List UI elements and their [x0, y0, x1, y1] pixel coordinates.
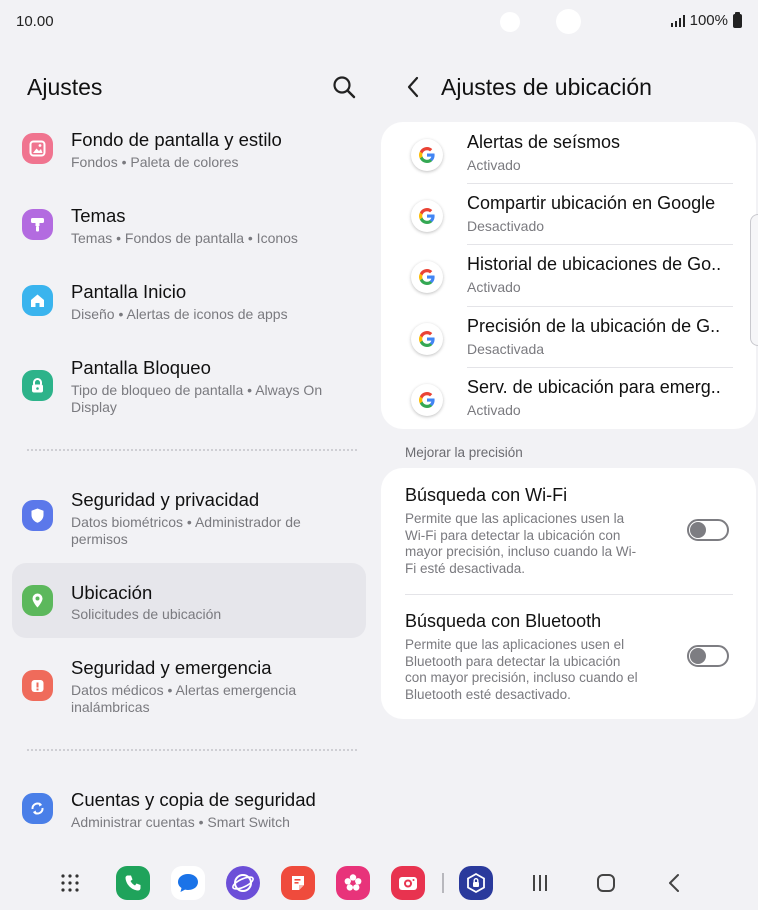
switch-knob	[690, 522, 706, 538]
bluetooth-scanning-switch[interactable]	[687, 645, 729, 667]
wallpaper-icon	[22, 133, 53, 164]
service-row-location-sharing[interactable]: Compartir ubicación en Google Desactivad…	[381, 183, 756, 245]
toggle-row-wifi-scanning[interactable]: Búsqueda con Wi-Fi Permite que las aplic…	[381, 468, 756, 594]
google-icon	[411, 323, 443, 355]
settings-item-title: Pantalla Inicio	[71, 281, 187, 302]
settings-list-pane: Ajustes Fondo de pantalla y estilo Fondo…	[0, 44, 379, 850]
page-title: Ajustes de ubicación	[441, 74, 652, 100]
toggle-description: Permite que las aplicaciones usen la Wi-…	[405, 511, 637, 577]
front-camera-right	[556, 9, 581, 34]
settings-item-wallpaper[interactable]: Fondo de pantalla y estilo Fondos • Pale…	[12, 120, 366, 188]
signal-icon	[670, 14, 685, 27]
toggle-title: Búsqueda con Bluetooth	[405, 611, 602, 631]
section-divider	[27, 749, 357, 751]
battery-percent: 100%	[689, 12, 728, 29]
notes-app-icon[interactable]	[281, 866, 315, 900]
settings-item-subtitle: Fondos • Paleta de colores	[71, 154, 239, 170]
service-title: Compartir ubicación en Google	[467, 193, 716, 213]
settings-item-subtitle: Administrar cuentas • Smart Switch	[71, 814, 290, 830]
internet-app-icon[interactable]	[226, 866, 260, 900]
location-pin-icon	[22, 585, 53, 616]
service-title: Serv. de ubicación para emerg..	[467, 377, 721, 397]
apps-grid-icon[interactable]	[57, 870, 83, 896]
search-icon[interactable]	[331, 74, 357, 100]
settings-item-security-privacy[interactable]: Seguridad y privacidad Datos biométricos…	[12, 480, 366, 564]
sync-icon	[22, 793, 53, 824]
google-icon	[411, 384, 443, 416]
service-row-location-history[interactable]: Historial de ubicaciones de Go.. Activad…	[381, 244, 756, 306]
service-row-emergency-location[interactable]: Serv. de ubicación para emerg.. Activado	[381, 367, 756, 429]
page-title: Ajustes	[27, 74, 103, 100]
settings-item-home-screen[interactable]: Pantalla Inicio Diseño • Alertas de icon…	[12, 272, 366, 340]
settings-item-accounts-backup[interactable]: Cuentas y copia de seguridad Administrar…	[12, 780, 366, 848]
status-bar: 10.00 100%	[0, 0, 758, 44]
front-camera-left	[500, 12, 520, 32]
home-icon	[22, 285, 53, 316]
navigation-bar	[0, 850, 758, 910]
google-icon	[411, 261, 443, 293]
home-button-icon[interactable]	[593, 870, 619, 896]
back-button-icon[interactable]	[661, 870, 687, 896]
service-status: Activado	[467, 279, 521, 295]
recent-apps-icon[interactable]	[527, 870, 553, 896]
settings-item-title: Fondo de pantalla y estilo	[71, 129, 282, 150]
settings-item-title: Cuentas y copia de seguridad	[71, 789, 316, 810]
section-divider	[27, 449, 357, 451]
service-row-location-accuracy[interactable]: Precisión de la ubicación de G.. Desacti…	[381, 306, 756, 368]
edge-panel-handle[interactable]	[750, 214, 758, 346]
settings-item-subtitle: Solicitudes de ubicación	[71, 606, 222, 622]
settings-item-title: Seguridad y emergencia	[71, 657, 272, 678]
service-row-earthquake-alerts[interactable]: Alertas de seísmos Activado	[381, 122, 756, 184]
google-icon	[411, 200, 443, 232]
back-arrow-icon[interactable]	[403, 74, 425, 100]
settings-item-subtitle: Datos biométricos • Administrador de per…	[71, 514, 301, 547]
service-status: Desactivada	[467, 341, 545, 357]
service-title: Precisión de la ubicación de G..	[467, 316, 721, 336]
settings-item-subtitle: Datos médicos • Alertas emergencia inalá…	[71, 682, 297, 715]
service-title: Alertas de seísmos	[467, 132, 621, 152]
secure-folder-app-icon[interactable]	[459, 866, 493, 900]
settings-item-subtitle: Temas • Fondos de pantalla • Iconos	[71, 230, 298, 246]
toggle-row-bluetooth-scanning[interactable]: Búsqueda con Bluetooth Permite que las a…	[381, 594, 756, 719]
status-time: 10.00	[16, 13, 54, 30]
location-services-card: Alertas de seísmos Activado Compartir ub…	[381, 122, 756, 429]
settings-item-title: Ubicación	[71, 582, 153, 603]
settings-item-safety-emergency[interactable]: Seguridad y emergencia Datos médicos • A…	[12, 648, 366, 732]
wifi-scanning-switch[interactable]	[687, 519, 729, 541]
settings-item-lock-screen[interactable]: Pantalla Bloqueo Tipo de bloqueo de pant…	[12, 348, 366, 432]
toggle-title: Búsqueda con Wi-Fi	[405, 485, 568, 505]
settings-item-themes[interactable]: Temas Temas • Fondos de pantalla • Icono…	[12, 196, 366, 264]
service-status: Desactivado	[467, 218, 545, 234]
google-icon	[411, 139, 443, 171]
battery-icon	[733, 11, 742, 28]
settings-item-location[interactable]: Ubicación Solicitudes de ubicación	[12, 563, 366, 638]
settings-item-subtitle: Tipo de bloqueo de pantalla • Always On …	[71, 382, 323, 415]
toggle-description: Permite que las aplicaciones usen el Blu…	[405, 637, 638, 703]
accuracy-card: Búsqueda con Wi-Fi Permite que las aplic…	[381, 468, 756, 719]
settings-item-subtitle: Diseño • Alertas de iconos de apps	[71, 306, 288, 322]
gallery-app-icon[interactable]	[336, 866, 370, 900]
settings-item-title: Temas	[71, 205, 126, 226]
messages-app-icon[interactable]	[171, 866, 205, 900]
settings-item-title: Pantalla Bloqueo	[71, 357, 211, 378]
settings-item-title: Seguridad y privacidad	[71, 489, 260, 510]
emergency-icon	[22, 670, 53, 701]
service-status: Activado	[467, 157, 521, 173]
themes-icon	[22, 209, 53, 240]
service-status: Activado	[467, 402, 521, 418]
dock-divider	[442, 873, 444, 893]
status-indicators: 100%	[670, 11, 742, 29]
switch-knob	[690, 648, 706, 664]
lock-icon	[22, 370, 53, 401]
camera-app-icon[interactable]	[391, 866, 425, 900]
phone-app-icon[interactable]	[116, 866, 150, 900]
service-title: Historial de ubicaciones de Go..	[467, 254, 722, 274]
location-settings-pane: Ajustes de ubicación Alertas de seísmos …	[379, 44, 758, 850]
shield-icon	[22, 500, 53, 531]
section-label: Mejorar la precisión	[405, 445, 523, 460]
